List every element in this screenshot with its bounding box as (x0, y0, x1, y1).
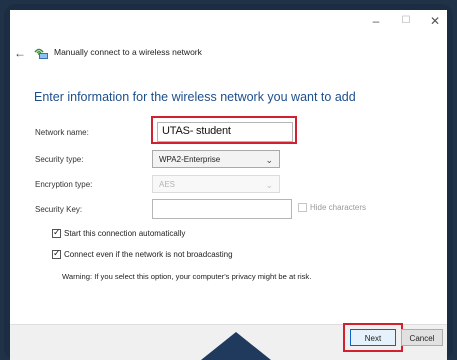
security-key-label: Security Key: (35, 205, 83, 214)
wifi-network-icon (34, 48, 48, 59)
title-bar: – ☐ ✕ (10, 10, 447, 32)
chevron-down-icon: ⌄ (265, 155, 273, 165)
security-type-label: Security type: (35, 155, 84, 164)
network-name-highlight (151, 116, 297, 144)
encryption-type-value: AES (159, 180, 176, 189)
next-button-highlight (343, 323, 403, 352)
maximize-button[interactable]: ☐ (395, 13, 417, 29)
close-button[interactable]: ✕ (424, 13, 446, 29)
encryption-type-label: Encryption type: (35, 180, 93, 189)
start-auto-checkbox[interactable] (52, 227, 61, 238)
page-heading: Enter information for the wireless netwo… (34, 90, 356, 104)
hide-characters-checkbox[interactable] (298, 203, 307, 212)
security-type-value: WPA2-Enterprise (159, 155, 221, 164)
start-auto-label: Start this connection automatically (64, 229, 186, 238)
hide-characters-label: Hide characters (310, 203, 367, 212)
connect-broadcast-label: Connect even if the network is not broad… (64, 250, 233, 259)
dialog-window: – ☐ ✕ ← Manually connect to a wireless n… (10, 10, 447, 360)
privacy-warning: Warning: If you select this option, your… (62, 272, 312, 281)
chevron-down-icon: ⌄ (265, 180, 273, 190)
minimize-button[interactable]: – (365, 13, 387, 29)
security-key-input[interactable] (152, 199, 292, 219)
dialog-title: Manually connect to a wireless network (54, 47, 202, 57)
connect-broadcast-checkbox[interactable] (52, 248, 61, 259)
security-type-select[interactable]: WPA2-Enterprise ⌄ (152, 150, 280, 168)
decorative-triangle (186, 332, 286, 360)
encryption-type-select[interactable]: AES ⌄ (152, 175, 280, 193)
cancel-button[interactable]: Cancel (401, 329, 443, 346)
back-arrow-icon[interactable]: ← (14, 46, 26, 60)
network-name-label: Network name: (35, 128, 89, 137)
